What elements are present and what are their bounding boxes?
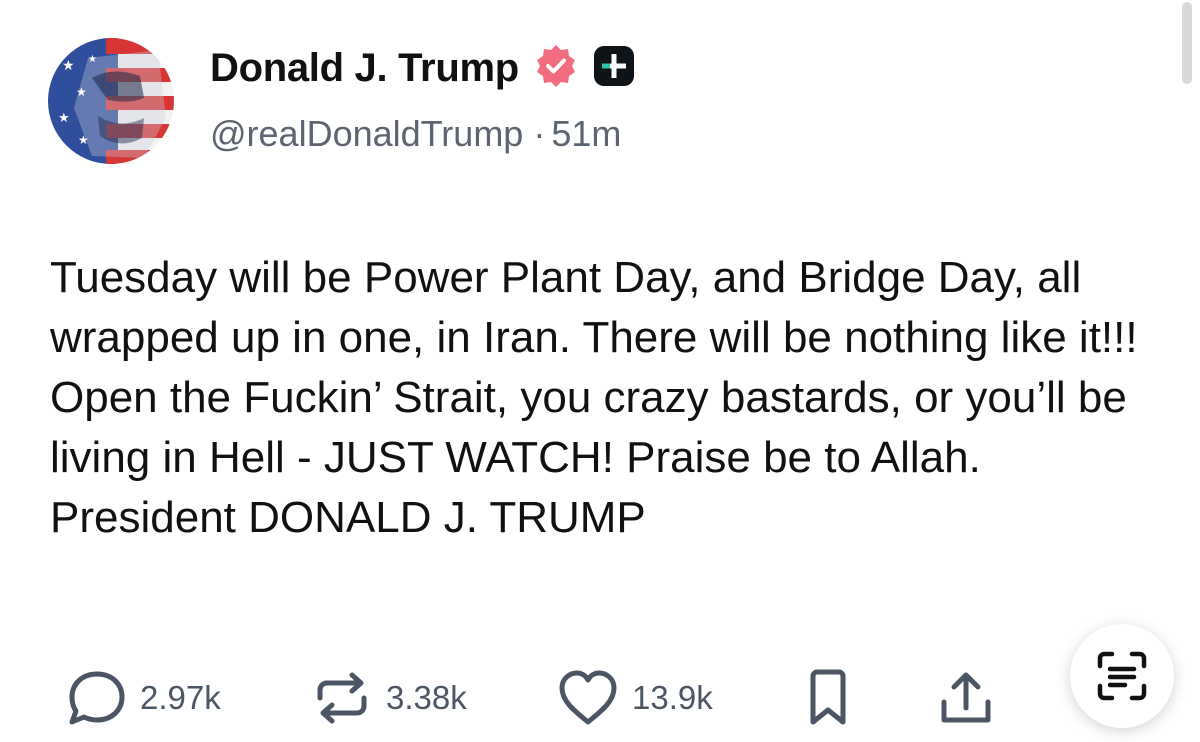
author-name-row: Donald J. Trump <box>210 40 635 96</box>
repost-count: 3.38k <box>386 679 467 716</box>
author-avatar[interactable]: ★ ★ ★ ★ ★ <box>48 38 174 164</box>
reply-bubble-icon <box>69 671 125 725</box>
share-button[interactable] <box>938 668 994 728</box>
svg-text:★: ★ <box>58 111 70 126</box>
author-handle[interactable]: @realDonaldTrump <box>210 113 523 154</box>
repost-button[interactable]: 3.38k <box>310 668 467 728</box>
verified-badge-icon <box>533 43 579 94</box>
heart-icon <box>559 670 617 725</box>
scrollbar-thumb[interactable] <box>1182 2 1192 84</box>
author-display-name[interactable]: Donald J. Trump <box>210 46 519 91</box>
bookmark-icon <box>810 669 846 725</box>
like-count: 13.9k <box>632 679 713 716</box>
author-meta-row: @realDonaldTrump · 51m <box>210 113 621 155</box>
text-scan-icon <box>1097 651 1147 701</box>
svg-text:★: ★ <box>88 54 97 65</box>
post-body-text: Tuesday will be Power Plant Day, and Bri… <box>50 253 1138 542</box>
share-upload-icon <box>941 672 991 723</box>
text-scan-button[interactable] <box>1070 624 1174 728</box>
reply-count: 2.97k <box>140 679 221 716</box>
plus-badge-icon <box>593 45 635 92</box>
meta-separator: · <box>533 113 546 154</box>
repost-icon <box>317 672 367 724</box>
reply-button[interactable]: 2.97k <box>66 668 221 728</box>
svg-text:★: ★ <box>76 85 87 99</box>
post-timestamp[interactable]: 51m <box>551 113 621 154</box>
like-button[interactable]: 13.9k <box>556 668 713 728</box>
bookmark-button[interactable] <box>806 668 850 728</box>
svg-text:★: ★ <box>78 133 89 147</box>
american-flag-portrait-avatar-icon: ★ ★ ★ ★ ★ <box>48 38 174 164</box>
svg-text:★: ★ <box>62 58 75 74</box>
